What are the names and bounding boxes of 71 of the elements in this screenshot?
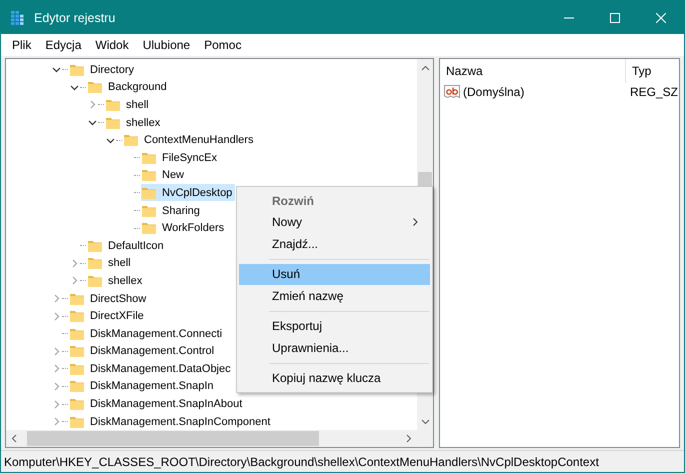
chevron-right-icon[interactable] (52, 417, 60, 426)
folder-icon (69, 378, 85, 394)
scroll-thumb[interactable] (27, 431, 319, 446)
close-icon (656, 12, 666, 22)
scroll-left-icon[interactable] (11, 434, 17, 443)
tree-item[interactable]: shellex (105, 114, 164, 132)
tree-item[interactable]: DiskManagement.DataObjec (69, 360, 234, 378)
context-menu-item[interactable]: Znajdź... (239, 233, 430, 254)
chevron-right-icon[interactable] (70, 276, 78, 286)
folder-icon (123, 132, 139, 148)
registry-icon (10, 10, 26, 26)
tree-item[interactable]: Sharing (141, 202, 203, 220)
horizontal-scrollbar[interactable] (6, 430, 417, 447)
tree-item[interactable]: DiskManagement.SnapInAbout (69, 396, 246, 413)
tree-item[interactable]: New (141, 166, 188, 184)
chevron-right-icon[interactable] (88, 100, 96, 110)
menu-item[interactable]: Widok (88, 38, 136, 52)
tree-item[interactable]: DiskManagement.Connecti (69, 325, 226, 342)
context-menu-item[interactable]: Zmień nazwę (239, 285, 430, 306)
menu-item[interactable]: Ulubione (136, 38, 198, 52)
tree-item[interactable]: Directory (69, 61, 138, 78)
scroll-down-icon[interactable] (420, 418, 430, 424)
menu-item[interactable]: Plik (5, 38, 38, 52)
scroll-right-icon[interactable] (406, 434, 412, 443)
tree-item[interactable]: shell (87, 254, 134, 272)
context-menu-item[interactable]: Uprawnienia... (239, 337, 430, 358)
tree-item[interactable]: DiskManagement.SnapInComponent (69, 413, 274, 430)
menu-item[interactable]: Pomoc (197, 38, 248, 52)
tree-item[interactable]: DefaultIcon (87, 237, 167, 254)
maximize-icon (610, 12, 620, 22)
chevron-down-icon[interactable] (88, 118, 96, 128)
chevron-down-icon[interactable] (106, 136, 114, 145)
value-name: (Domyślna) (463, 85, 524, 99)
column-header[interactable]: Nazwa (440, 59, 626, 83)
context-menu-item[interactable]: Kopiuj nazwę klucza (239, 368, 430, 389)
chevron-right-icon[interactable] (52, 346, 60, 356)
chevron-down-icon[interactable] (52, 65, 60, 74)
tree-item[interactable]: DiskManagement.Control (69, 342, 218, 360)
context-menu-item[interactable]: Usuń (239, 264, 430, 285)
window-title: Edytor rejestru (34, 10, 116, 24)
folder-icon (87, 79, 103, 96)
chevron-right-icon[interactable] (52, 312, 60, 321)
chevron-right-icon[interactable] (52, 400, 60, 409)
tree-item[interactable]: ContextMenuHandlers (123, 132, 256, 149)
menu-item[interactable]: Edycja (38, 38, 88, 52)
tree-item[interactable]: DiskManagement.SnapIn (69, 378, 217, 395)
value-type: REG_SZ (630, 85, 678, 99)
folder-icon (69, 343, 85, 360)
tree-item[interactable]: DirectShow (69, 290, 150, 308)
tree-item[interactable]: shell (105, 96, 152, 114)
scroll-up-icon[interactable] (420, 64, 430, 70)
column-header[interactable]: Typ (626, 59, 679, 83)
tree-item[interactable]: WorkFolders (141, 220, 228, 237)
chevron-right-icon[interactable] (70, 258, 78, 268)
tree-item[interactable]: NvCplDesktop (141, 184, 236, 202)
tree-item[interactable]: Background (87, 78, 170, 96)
folder-icon (69, 308, 85, 324)
folder-icon (141, 167, 157, 184)
folder-icon (141, 220, 157, 236)
folder-icon (69, 396, 85, 412)
tree-item[interactable]: shellex (87, 272, 146, 290)
chevron-right-icon[interactable] (52, 294, 60, 304)
chevron-down-icon[interactable] (70, 82, 78, 92)
context-menu-item[interactable]: Eksportuj (239, 316, 430, 337)
folder-icon (87, 255, 103, 272)
string-value-icon (444, 85, 460, 99)
chevron-right-icon[interactable] (52, 364, 60, 374)
context-menu-item[interactable]: Nowy (239, 212, 430, 233)
tree-item[interactable]: DirectXFile (69, 308, 147, 325)
tree-item[interactable]: FileSyncEx (141, 149, 220, 166)
chevron-right-icon[interactable] (52, 382, 60, 391)
